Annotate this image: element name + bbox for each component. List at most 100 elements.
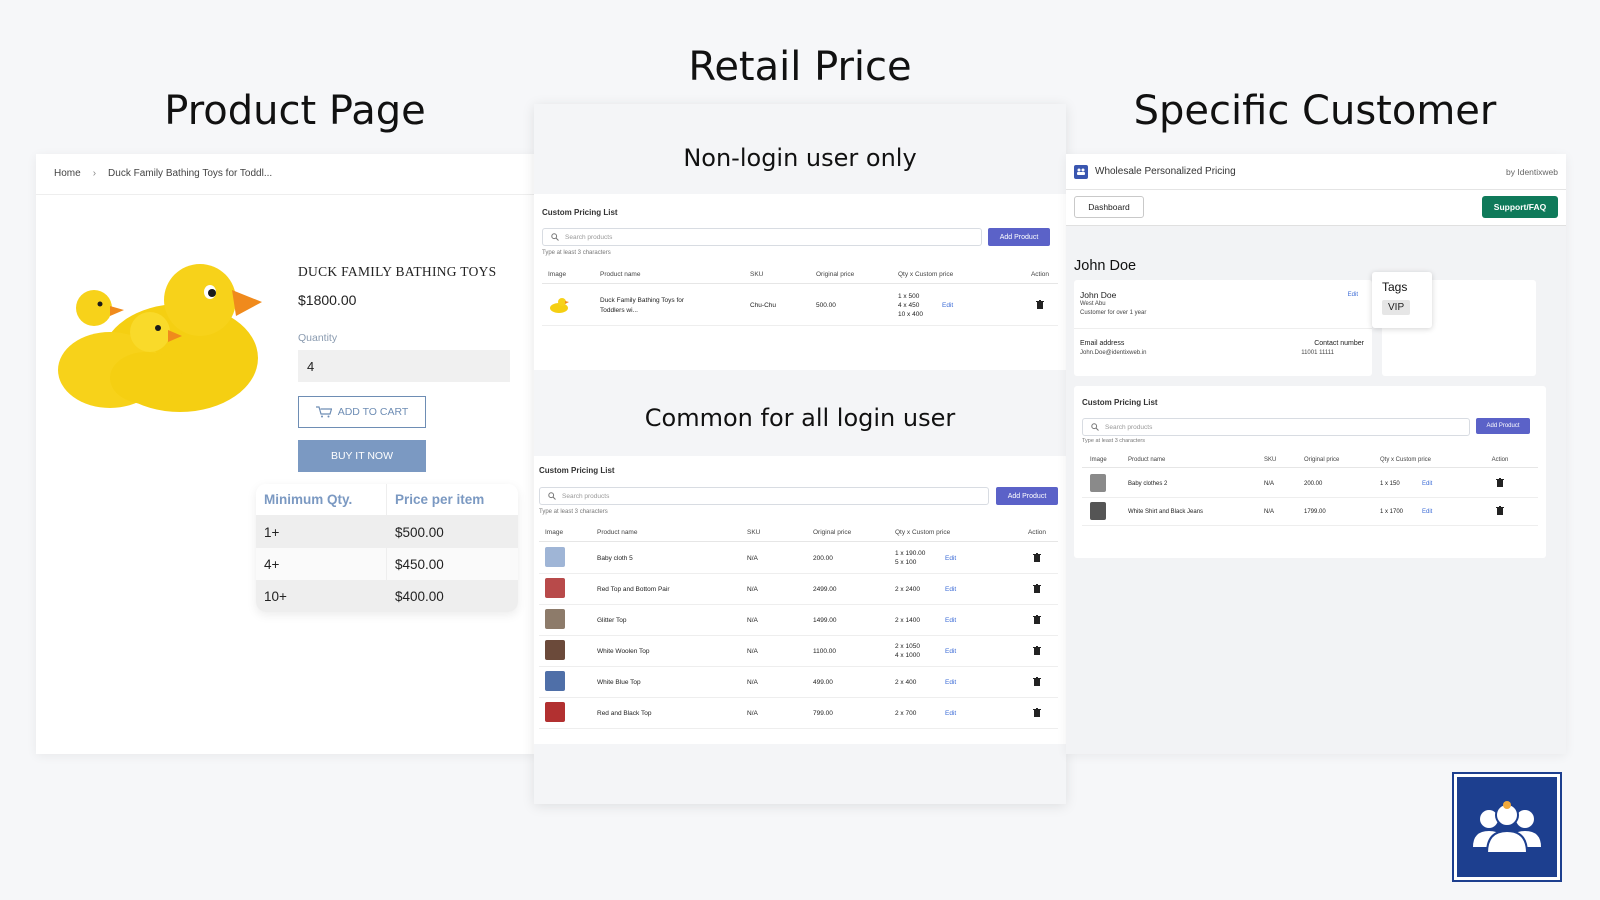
card-title: Custom Pricing List — [542, 208, 618, 217]
dashboard-button[interactable]: Dashboard — [1074, 196, 1144, 218]
delete-button[interactable] — [1488, 506, 1512, 517]
table-row: 1+ $500.00 — [256, 516, 518, 548]
tier-price: $400.00 — [386, 580, 518, 612]
breadcrumb-current: Duck Family Bathing Toys for Toddl... — [108, 168, 273, 179]
column-header-qty-custom-price: Qty x Custom price — [1380, 456, 1432, 463]
original-price: 799.00 — [813, 709, 833, 717]
edit-link[interactable]: Edit — [945, 648, 1025, 655]
edit-link[interactable]: Edit — [945, 555, 1025, 562]
product-sku: N/A — [747, 709, 758, 717]
column-header-original-price: Original price — [816, 271, 855, 278]
product-sku: N/A — [747, 554, 758, 562]
email-value: John.Doe@identixweb.in — [1080, 350, 1147, 356]
product-sku: N/A — [747, 616, 758, 624]
product-name: Red Top and Bottom Pair — [597, 585, 670, 593]
product-sku: N/A — [1264, 508, 1275, 515]
customer-name: John Doe — [1080, 290, 1117, 300]
search-input[interactable]: Search products — [542, 228, 982, 246]
qty-line: 1 x 500 — [898, 293, 920, 300]
edit-link[interactable]: Edit — [945, 586, 1025, 593]
product-name-line1: Duck Family Bathing Toys for — [600, 296, 685, 304]
delete-button[interactable] — [1028, 300, 1052, 311]
product-thumbnail-image — [1090, 501, 1106, 520]
product-thumbnail — [539, 547, 597, 569]
table-row: Duck Family Bathing Toys for Toddlers wi… — [542, 286, 1058, 326]
trash-icon — [1496, 506, 1504, 515]
product-thumbnail-image — [1090, 473, 1106, 492]
qty-line: 1 x 190.00 — [895, 550, 926, 557]
delete-button[interactable] — [1025, 583, 1049, 595]
tier-qty: 10+ — [264, 588, 287, 604]
delete-button[interactable] — [1025, 707, 1049, 719]
add-product-button[interactable]: Add Product — [1476, 418, 1530, 434]
column-header-qty-custom-price: Qty x Custom price — [898, 271, 954, 278]
add-product-button[interactable]: Add Product — [996, 487, 1058, 505]
product-sku: N/A — [747, 647, 758, 655]
original-price: 200.00 — [1304, 480, 1323, 487]
search-input[interactable]: Search products — [539, 487, 989, 505]
search-hint: Type at least 3 characters — [542, 250, 611, 256]
breadcrumb-separator: › — [92, 168, 97, 179]
product-title: DUCK FAMILY BATHING TOYS — [298, 264, 497, 279]
product-thumbnail — [539, 640, 597, 662]
column-header-image: Image — [548, 271, 567, 278]
column-header-product-name: Product name — [597, 529, 638, 536]
customer-since: Customer for over 1 year — [1080, 310, 1147, 316]
delete-button[interactable] — [1025, 676, 1049, 688]
product-thumbnail — [539, 671, 597, 693]
delete-button[interactable] — [1025, 614, 1049, 626]
trash-icon — [1033, 614, 1041, 624]
qty-custom-price: 1 x 150 — [1380, 480, 1400, 487]
table-row: Red Top and Bottom Pair N/A 2499.00 2 x 240… — [539, 574, 1058, 605]
add-product-button[interactable]: Add Product — [988, 228, 1050, 246]
quantity-input[interactable] — [298, 350, 510, 382]
breadcrumb-home-link[interactable]: Home — [54, 168, 81, 179]
cart-icon — [315, 406, 332, 418]
brand-logo-inner — [1457, 777, 1557, 877]
product-thumbnail — [1082, 501, 1128, 522]
qty-line: 2 x 700 — [895, 709, 917, 717]
product-name: White Shirt and Black Jeans — [1128, 508, 1204, 515]
add-to-cart-label: ADD TO CART — [337, 406, 409, 418]
quantity-table-header: Minimum Qty. Price per item — [256, 484, 518, 516]
support-faq-label: Support/FAQ — [1493, 202, 1547, 212]
delete-button[interactable] — [1488, 478, 1512, 489]
edit-link[interactable]: Edit — [1422, 481, 1488, 487]
add-to-cart-button[interactable]: ADD TO CART — [298, 396, 426, 428]
qty-custom-price: 1 x 500 4 x 450 10 x 400 — [898, 292, 942, 319]
buy-it-now-button[interactable]: BUY IT NOW — [298, 440, 426, 472]
tag-badge[interactable]: VIP — [1382, 300, 1411, 315]
product-name: White Blue Top — [597, 678, 641, 686]
column-header-image: Image — [545, 529, 564, 536]
contact-value: 11001 11111 — [1301, 350, 1334, 356]
product-thumbnail-image — [545, 578, 565, 598]
edit-link[interactable]: Edit — [942, 302, 1028, 309]
delete-button[interactable] — [1025, 645, 1049, 657]
table-row: Baby cloth 5 N/A 200.00 1 x 190.00 5 x 100 Ed… — [539, 543, 1058, 574]
delete-button[interactable] — [1025, 552, 1049, 564]
customer-name-heading: John Doe — [1074, 258, 1137, 274]
edit-link[interactable]: Edit — [1422, 509, 1488, 515]
trash-icon — [1033, 583, 1041, 593]
product-name: Baby clothes 2 — [1128, 480, 1168, 487]
card-title: Custom Pricing List — [539, 466, 615, 475]
app-name: Wholesale Personalized Pricing — [1095, 166, 1236, 177]
trash-icon — [1496, 478, 1504, 487]
column-header-sku: SKU — [747, 529, 761, 536]
support-faq-button[interactable]: Support/FAQ — [1482, 196, 1558, 218]
edit-customer-link[interactable]: Edit — [1348, 292, 1358, 298]
edit-link[interactable]: Edit — [945, 679, 1025, 686]
column-header-action: Action — [1027, 529, 1047, 536]
column-header-sku: SKU — [750, 271, 764, 278]
search-input[interactable]: Search products — [1082, 418, 1470, 436]
qty-line: 4 x 450 — [898, 302, 920, 309]
divider — [36, 194, 536, 195]
edit-link[interactable]: Edit — [945, 710, 1025, 717]
common-pricing-card: Custom Pricing List Search products Add … — [534, 456, 1066, 744]
qty-custom-price: 1 x 1700 — [1380, 508, 1404, 515]
search-hint: Type at least 3 characters — [1082, 438, 1145, 444]
product-name: Duck Family Bathing Toys for Toddlers wi… — [600, 296, 750, 316]
edit-link[interactable]: Edit — [945, 617, 1025, 624]
column-header-image: Image — [1090, 456, 1107, 463]
trash-icon — [1036, 300, 1044, 309]
